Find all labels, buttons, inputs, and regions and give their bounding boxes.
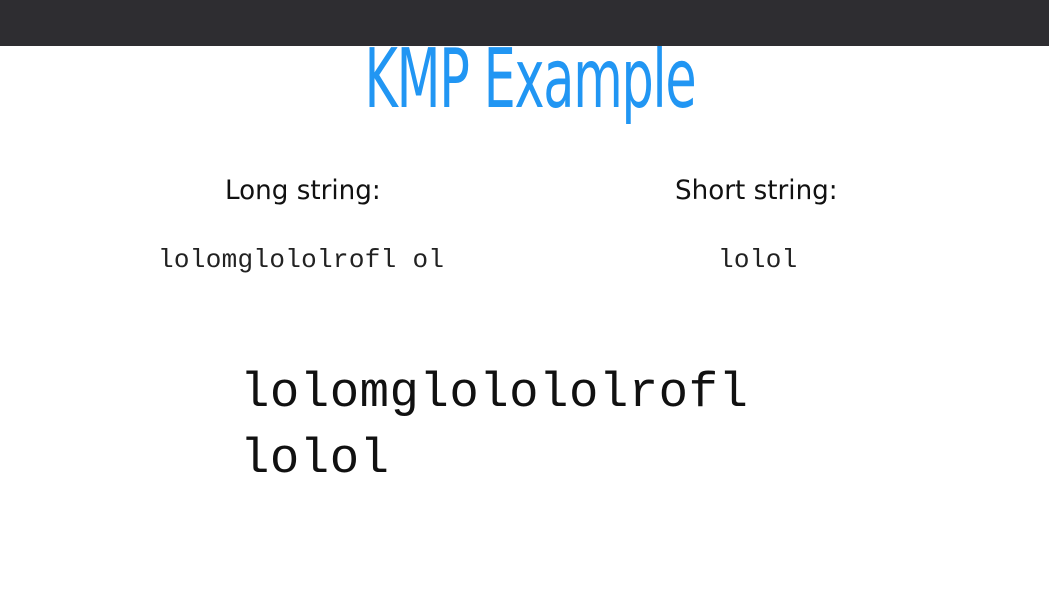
long-string-value[interactable]: lolomglololrofl ol: [158, 243, 444, 277]
top-bar: [0, 0, 1049, 46]
result-short-string: lolol: [240, 431, 390, 487]
page: KMP Example Long string: Short string: l…: [0, 0, 1049, 604]
short-string-label: Short string:: [675, 175, 838, 206]
short-string-value[interactable]: lolol: [718, 243, 798, 277]
long-string-label: Long string:: [225, 175, 381, 206]
result-long-string: lolomglolololrofl: [240, 365, 749, 421]
